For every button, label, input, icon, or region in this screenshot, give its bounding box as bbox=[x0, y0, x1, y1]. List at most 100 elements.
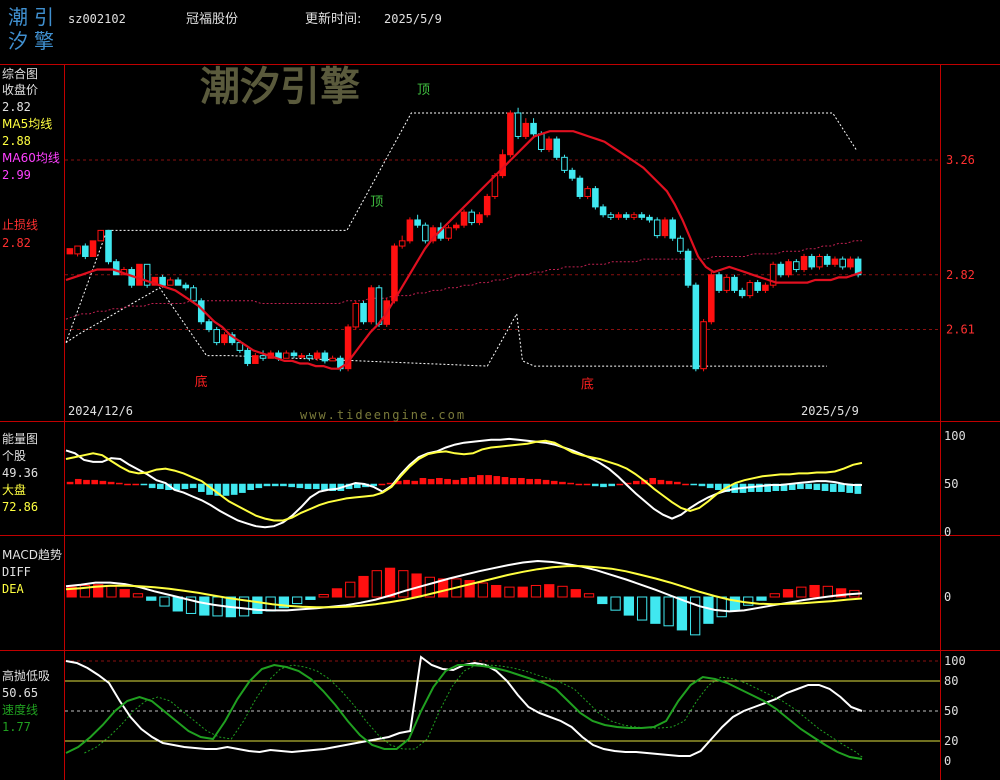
energy-bar bbox=[649, 477, 657, 485]
energy-bar bbox=[616, 483, 624, 486]
energy-bar bbox=[797, 483, 804, 490]
macd-bar bbox=[491, 584, 502, 598]
candle-body bbox=[298, 355, 305, 358]
candle-body bbox=[576, 177, 584, 197]
candle-body bbox=[74, 245, 81, 255]
osc-speed-shadow-line bbox=[84, 664, 863, 759]
energy-bar bbox=[444, 478, 451, 485]
macd-bar bbox=[557, 585, 568, 598]
energy-bar bbox=[509, 477, 517, 485]
candle-body bbox=[468, 211, 476, 224]
main-price-ticks: 2.61 2.82 3.26 bbox=[946, 153, 975, 337]
candle-body bbox=[684, 250, 692, 286]
macd-bar bbox=[199, 596, 210, 616]
watermark-brand: 潮汐引擎 bbox=[200, 64, 360, 110]
candle-body bbox=[360, 302, 367, 323]
candle-body bbox=[777, 263, 785, 276]
osc-tick-label: 100 bbox=[944, 654, 966, 668]
energy-bar bbox=[66, 481, 74, 485]
energy-bar bbox=[124, 483, 131, 486]
osc-speed-label: 速度线 bbox=[2, 702, 38, 717]
bottom-marker: 底 bbox=[195, 374, 208, 390]
macd-panel: 0 MACD趋势 DIFF DEA bbox=[2, 548, 951, 636]
energy-bar bbox=[706, 483, 714, 489]
candle-body bbox=[808, 255, 816, 268]
candle-body bbox=[754, 282, 761, 291]
macd-bar bbox=[597, 596, 608, 605]
energy-bar bbox=[427, 478, 435, 485]
macd-bar bbox=[292, 596, 303, 605]
energy-bar bbox=[575, 483, 583, 486]
candle-body bbox=[607, 214, 615, 218]
energy-bar bbox=[132, 483, 140, 486]
macd-bar bbox=[477, 582, 489, 598]
energy-bar bbox=[829, 483, 837, 492]
candle-body bbox=[537, 133, 545, 150]
energy-bar bbox=[436, 477, 443, 485]
watermark-url: www.tideengine.com bbox=[300, 408, 466, 422]
macd-bar bbox=[159, 596, 170, 607]
bottom-marker: 底 bbox=[581, 377, 594, 393]
candle-body bbox=[785, 261, 792, 276]
candle-body bbox=[89, 240, 97, 257]
top-marker: 顶 bbox=[370, 195, 383, 210]
energy-bar bbox=[567, 482, 574, 485]
macd-bar bbox=[318, 594, 329, 598]
macd-bar bbox=[345, 581, 356, 598]
candle-body bbox=[599, 206, 607, 216]
candle-body bbox=[460, 211, 468, 226]
energy-bar bbox=[83, 479, 90, 485]
candle-body bbox=[553, 138, 561, 158]
stop-label: 止损线 bbox=[2, 218, 38, 232]
energy-bar bbox=[821, 483, 829, 491]
main-title: 综合图 bbox=[2, 66, 38, 81]
candle-body bbox=[306, 355, 313, 359]
macd-bar bbox=[610, 596, 621, 611]
candle-body bbox=[391, 245, 398, 302]
candles bbox=[66, 107, 862, 372]
energy-bar bbox=[657, 479, 665, 485]
macd-bar bbox=[769, 593, 780, 598]
candle-body bbox=[615, 214, 622, 218]
candle-body bbox=[793, 261, 800, 271]
energy-bar bbox=[198, 483, 205, 492]
candle-body bbox=[661, 219, 669, 237]
ma60-value: 2.99 bbox=[2, 168, 31, 182]
osc-ticks: 0 20 50 80 100 bbox=[944, 654, 966, 768]
candle-body bbox=[507, 112, 514, 156]
candle-body bbox=[623, 214, 630, 218]
candle-body bbox=[352, 302, 360, 328]
energy-tick-label: 100 bbox=[944, 429, 966, 443]
stop-value: 2.82 bbox=[2, 236, 31, 250]
energy-bar bbox=[682, 483, 689, 486]
candle-body bbox=[290, 352, 298, 357]
energy-bar bbox=[632, 480, 640, 485]
energy-bar bbox=[230, 483, 238, 495]
logo-top: 潮引 bbox=[8, 5, 60, 29]
candle-body bbox=[746, 282, 754, 297]
macd-bar bbox=[636, 596, 648, 621]
macd-ticks: 0 bbox=[944, 590, 951, 604]
candle-body bbox=[545, 138, 553, 150]
energy-bar bbox=[674, 481, 681, 485]
macd-bar bbox=[172, 596, 183, 612]
candle-body bbox=[282, 352, 290, 359]
macd-bar bbox=[119, 589, 130, 598]
macd-bar bbox=[782, 589, 794, 598]
energy-bar bbox=[542, 479, 550, 485]
macd-tick-label: 0 bbox=[944, 590, 951, 604]
macd-bar bbox=[530, 584, 542, 598]
energy-bar bbox=[838, 483, 845, 492]
candle-body bbox=[406, 219, 414, 242]
energy-bar bbox=[665, 480, 673, 485]
candle-body bbox=[159, 276, 166, 286]
macd-dea-label: DEA bbox=[2, 582, 24, 596]
macd-title: MACD趋势 bbox=[2, 548, 62, 562]
macd-bar bbox=[331, 588, 343, 598]
candle-body bbox=[452, 224, 460, 229]
macd-bar bbox=[663, 596, 674, 627]
osc-level-lines bbox=[65, 660, 940, 742]
date-start: 2024/12/6 bbox=[68, 404, 133, 418]
candle-body bbox=[483, 195, 491, 216]
macd-bar bbox=[796, 586, 807, 598]
